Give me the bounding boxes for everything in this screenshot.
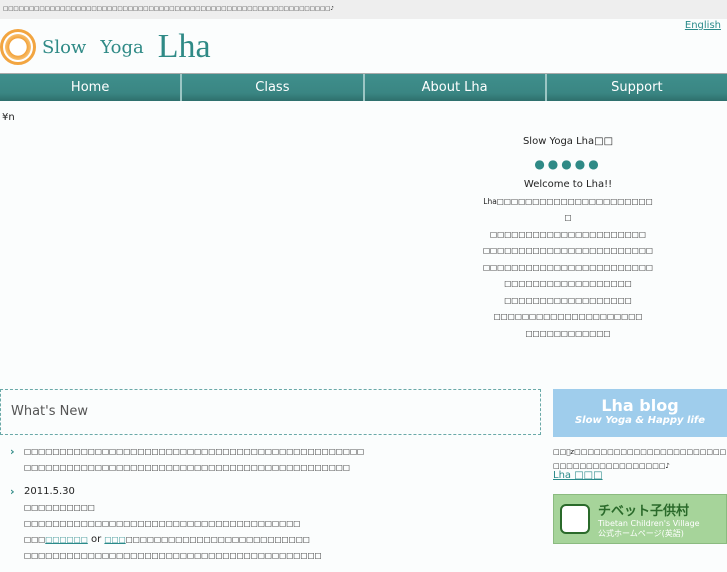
site-logo[interactable]: Slow Yoga Lha (0, 28, 211, 66)
news-text: □□□□□□□□□ or □□□□□□□□□□□□□□□□□□□□□□□□□□□… (24, 532, 530, 548)
logo-text: Slow (42, 36, 87, 58)
welcome-section: Slow Yoga Lha□□ ●●●●● Welcome to Lha!! L… (480, 134, 656, 342)
logo-text: Yoga (100, 36, 144, 58)
tcv-banner[interactable]: チベット子供村 Tibetan Children's Village 公式ホーム… (553, 494, 727, 544)
news-link[interactable]: □□□□□□ (45, 535, 88, 544)
blog-title: Lha blog (601, 396, 679, 415)
nav-about[interactable]: About Lha (364, 74, 547, 101)
welcome-line: □□□□□□□□□□□□□□□□□□□□□□□□ (482, 262, 654, 272)
text: □□□□□□□□□□□□□□□□□□□□□□□□□□ (125, 535, 310, 544)
news-text: □□□□□□□□□□ (24, 503, 95, 512)
welcome-greeting: Welcome to Lha!! (523, 179, 613, 190)
text: □□□ (24, 535, 46, 544)
blog-description: □□ﾞz□□□□□□□□□□□□□□□□□□□□□□□□□□□□□□□□□□□□… (553, 448, 727, 470)
nav-home[interactable]: Home (0, 74, 183, 101)
dots-divider: ●●●●● (534, 156, 602, 171)
welcome-line: □□□□□□□□□□□□□□□□□□ (504, 295, 632, 305)
news-item: › □□□□□□□□□□□□□□□□□□□□□□□□□□□□□□□□□□□□□□… (10, 444, 530, 476)
welcome-line: □□□□□□□□□□□□□□□□□□ (504, 279, 632, 288)
blog-link[interactable]: Lha □□□ (553, 470, 603, 481)
news-text: □□□□□□□□□□□□□□□□□□□□□□□□□□□□□□□□□□□□□□□□… (24, 447, 365, 456)
welcome-line: Lha□□□□□□□□□□□□□□□□□□□□□□□ (483, 196, 653, 223)
chevron-right-icon: › (10, 445, 15, 458)
news-item: › 2011.5.30 □□□□□□□□□□ □□□□□□□□□□□□□□□□□… (10, 484, 530, 564)
news-date: 2011.5.30 (24, 486, 75, 497)
text: or (87, 534, 105, 545)
welcome-title: Slow Yoga Lha□□ (522, 136, 614, 147)
welcome-line: □□□□□□□□□□□□□□□□□□□□□□ (490, 229, 646, 239)
chevron-right-icon: › (10, 485, 15, 498)
news-list: › □□□□□□□□□□□□□□□□□□□□□□□□□□□□□□□□□□□□□□… (10, 444, 530, 572)
news-link[interactable]: □□□ (104, 535, 125, 544)
tcv-title: チベット子供村 (598, 503, 690, 519)
tcv-caption: 公式ホームページ(英語) (598, 528, 684, 538)
blog-banner[interactable]: Lha blog Slow Yoga & Happy life (553, 389, 727, 437)
tcv-logo-icon (560, 504, 590, 534)
welcome-line: □□□□□□□□□□□□□□□□□□□□□ (493, 312, 643, 321)
news-text: □□□□□□□□□□□□□□□□□□□□□□□□□□□□□□□□□□□□□□□□… (24, 551, 322, 560)
nav-support[interactable]: Support (546, 74, 727, 101)
stray-text: ¥n (2, 112, 15, 123)
main-nav: Home Class About Lha Support (0, 73, 727, 101)
news-text: □□□□□□□□□□□□□□□□□□□□□□□□□□□□□□□□□□□□□□□ (24, 519, 301, 528)
blog-subtitle: Slow Yoga & Happy life (574, 415, 706, 426)
news-text: □□□□□□□□□□□□□□□□□□□□□□□□□□□□□□□□□□□□□□□□… (24, 463, 350, 472)
endless-knot-icon (0, 29, 36, 65)
tcv-subtitle: Tibetan Children's Village (598, 518, 700, 528)
welcome-line: □□□□□□□□□□□□ (525, 328, 611, 338)
english-link[interactable]: English (685, 20, 721, 31)
nav-class[interactable]: Class (182, 74, 365, 101)
top-message: □□□□□□□□□□□□□□□□□□□□□□□□□□□□□□□□□□□□□□□□… (0, 0, 727, 19)
whats-new-heading: What's New (0, 389, 541, 435)
logo-text: Lha (157, 28, 211, 65)
welcome-line: □□□□□□□□□□□□□□□□□□□□□□□□ (482, 246, 654, 255)
